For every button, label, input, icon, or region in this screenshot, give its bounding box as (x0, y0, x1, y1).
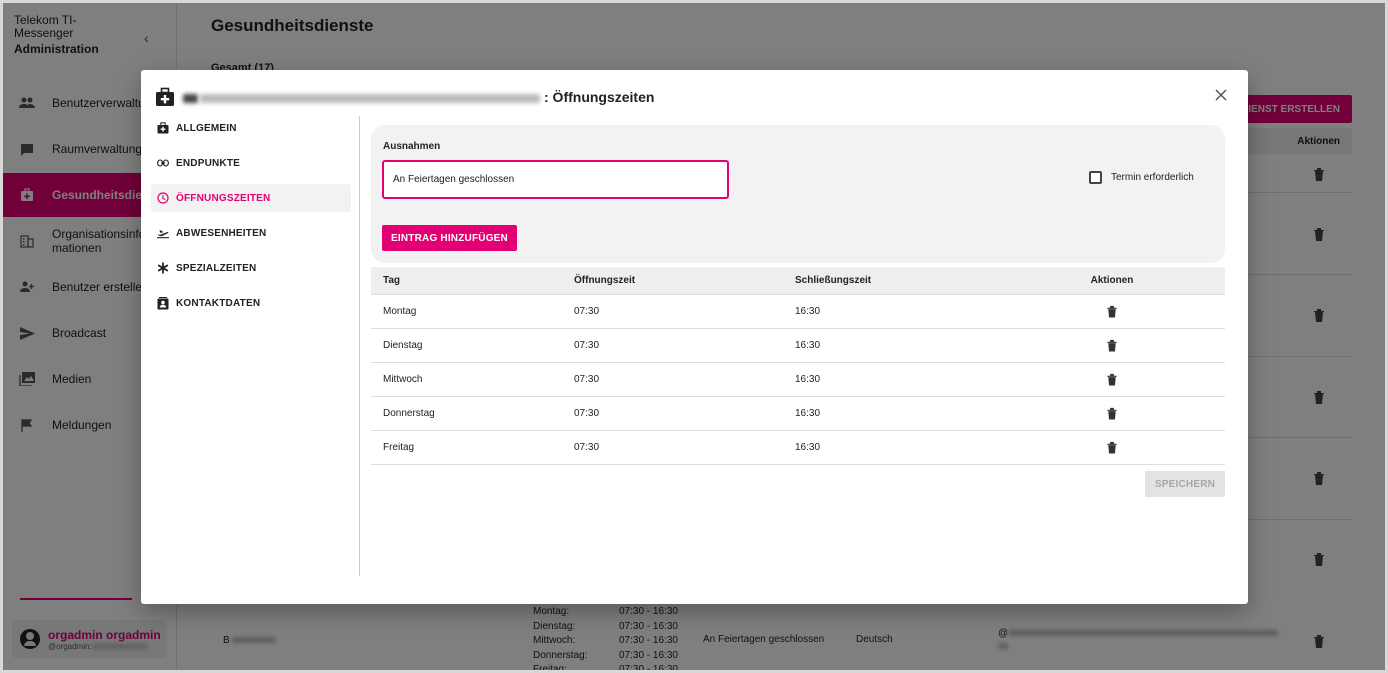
contact-card-icon (157, 296, 169, 309)
tab-kontaktdaten[interactable]: KONTAKTDATEN (151, 289, 351, 317)
table-header: Tag Öffnungszeit Schließungszeit Aktione… (371, 267, 1225, 295)
opening-hours-table: Tag Öffnungszeit Schließungszeit Aktione… (371, 267, 1225, 465)
tab-abwesenheiten[interactable]: ABWESENHEITEN (151, 219, 351, 247)
appointment-required-checkbox[interactable]: Termin erforderlich (1089, 171, 1194, 184)
save-button[interactable]: SPEICHERN (1145, 471, 1225, 497)
cell-day: Montag (383, 306, 417, 317)
column-header-open: Öffnungszeit (574, 275, 636, 286)
cell-close: 16:30 (795, 306, 821, 317)
dialog-divider (359, 116, 360, 576)
tab-endpunkte[interactable]: ENDPUNKTE (151, 149, 351, 177)
clock-icon (157, 192, 169, 204)
column-header-close: Schließungszeit (795, 275, 872, 286)
delete-icon[interactable] (1106, 441, 1118, 454)
tab-label: SPEZIALZEITEN (176, 262, 257, 274)
cell-day: Donnerstag (383, 408, 435, 419)
cell-open: 07:30 (574, 340, 600, 351)
cell-open: 07:30 (574, 408, 600, 419)
medical-bag-icon (157, 122, 169, 134)
link-icon (157, 157, 169, 169)
service-name-redacted (183, 89, 544, 105)
delete-icon[interactable] (1106, 305, 1118, 318)
cell-close: 16:30 (795, 340, 821, 351)
delete-icon[interactable] (1106, 339, 1118, 352)
cell-close: 16:30 (795, 408, 821, 419)
opening-hours-dialog: : Öffnungszeiten ALLGEMEIN ENDPUNKTE ÖFF… (141, 70, 1248, 604)
table-row: Mittwoch 07:30 16:30 (371, 363, 1225, 397)
tab-label: ÖFFNUNGSZEITEN (176, 192, 271, 204)
table-row: Freitag 07:30 16:30 (371, 431, 1225, 465)
flight-takeoff-icon (157, 227, 169, 239)
tab-label: ABWESENHEITEN (176, 227, 267, 239)
checkbox-box[interactable] (1089, 171, 1102, 184)
cell-open: 07:30 (574, 374, 600, 385)
table-row: Dienstag 07:30 16:30 (371, 329, 1225, 363)
dialog-nav: ALLGEMEIN ENDPUNKTE ÖFFNUNGSZEITEN ABWES… (151, 114, 351, 324)
tab-oeffnungszeiten[interactable]: ÖFFNUNGSZEITEN (151, 184, 351, 212)
exceptions-panel: Ausnahmen Termin erforderlich EINTRAG HI… (371, 125, 1225, 263)
tab-allgemein[interactable]: ALLGEMEIN (151, 114, 351, 142)
checkbox-label: Termin erforderlich (1111, 172, 1194, 183)
medical-bag-icon (156, 87, 174, 106)
cell-day: Dienstag (383, 340, 423, 351)
dialog-title-suffix: : Öffnungszeiten (544, 89, 655, 105)
tab-label: ENDPUNKTE (176, 157, 241, 169)
cell-close: 16:30 (795, 442, 821, 453)
add-entry-button[interactable]: EINTRAG HINZUFÜGEN (382, 225, 517, 251)
close-icon[interactable] (1214, 88, 1228, 102)
exceptions-label: Ausnahmen (383, 141, 441, 152)
delete-icon[interactable] (1106, 407, 1118, 420)
table-row: Donnerstag 07:30 16:30 (371, 397, 1225, 431)
tab-spezialzeiten[interactable]: SPEZIALZEITEN (151, 254, 351, 282)
cell-day: Mittwoch (383, 374, 423, 385)
dialog-title: : Öffnungszeiten (155, 86, 654, 108)
cell-day: Freitag (383, 442, 415, 453)
asterisk-icon (157, 262, 169, 274)
exceptions-input[interactable] (382, 160, 729, 199)
cell-open: 07:30 (574, 306, 600, 317)
column-header-day: Tag (383, 275, 401, 286)
tab-label: KONTAKTDATEN (176, 297, 261, 309)
delete-icon[interactable] (1106, 373, 1118, 386)
cell-open: 07:30 (574, 442, 600, 453)
column-header-actions: Aktionen (1090, 275, 1134, 286)
tab-label: ALLGEMEIN (176, 122, 237, 134)
table-row: Montag 07:30 16:30 (371, 295, 1225, 329)
cell-close: 16:30 (795, 374, 821, 385)
